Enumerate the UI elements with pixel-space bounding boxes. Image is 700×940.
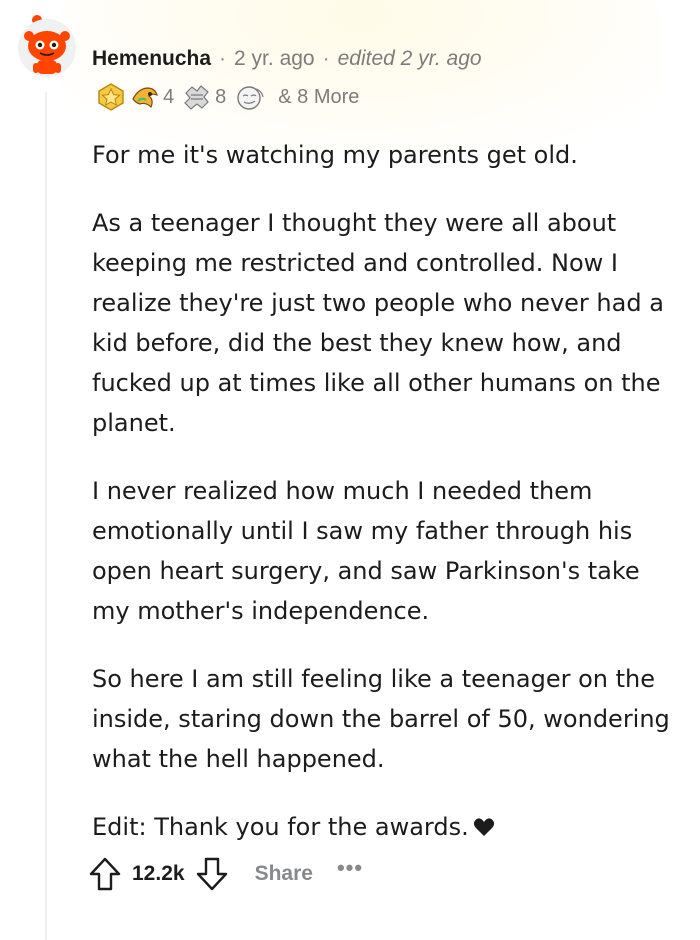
upvote-arrow-icon (89, 857, 121, 891)
awards-more[interactable]: & 8 More (278, 86, 359, 109)
comment-actions: 12.2k Share ••• (88, 852, 363, 896)
heart-icon (473, 818, 494, 836)
separator-dot: · (322, 47, 330, 70)
separator-dot: · (219, 47, 227, 70)
comment-paragraph: I never realized how much I needed them … (92, 477, 640, 625)
facepalm-award[interactable] (234, 83, 266, 111)
comment-edit-text: Edit: Thank you for the awards. (92, 813, 469, 841)
comment-paragraph: For me it's watching my parents get old. (92, 141, 578, 169)
thread-line[interactable] (45, 92, 47, 940)
helpful-award-icon (184, 85, 209, 110)
upvote-button[interactable] (88, 856, 122, 892)
awards-row[interactable]: 4 8 & 8 More (96, 82, 359, 112)
facepalm-award-icon (237, 86, 264, 110)
award-count: 8 (215, 85, 227, 108)
comment-highlight (60, 0, 660, 150)
wholesome-award[interactable]: 4 (130, 83, 178, 111)
gold-award-icon (98, 83, 124, 111)
comment-meta: Hemenucha · 2 yr. ago · edited 2 yr. ago (92, 44, 482, 74)
downvote-arrow-icon (196, 857, 227, 891)
more-options-button[interactable]: ••• (337, 855, 363, 881)
downvote-button[interactable] (195, 856, 229, 892)
comment-edit-paragraph: Edit: Thank you for the awards. (92, 807, 672, 847)
avatar[interactable] (16, 12, 78, 86)
share-button[interactable]: Share (255, 862, 313, 886)
vote-count: 12.2k (132, 862, 185, 885)
gold-award[interactable] (96, 83, 126, 111)
comment-age[interactable]: 2 yr. ago (234, 47, 315, 71)
edited-label: edited 2 yr. ago (337, 47, 482, 70)
comment-paragraph: So here I am still feeling like a teenag… (92, 665, 670, 773)
comment-paragraph: As a teenager I thought they were all ab… (92, 209, 664, 437)
helpful-award[interactable]: 8 (182, 83, 230, 111)
wholesome-award-icon (132, 87, 158, 109)
award-count: 4 (163, 85, 175, 108)
author-name[interactable]: Hemenucha (92, 47, 211, 71)
comment-body: For me it's watching my parents get old.… (92, 135, 672, 875)
